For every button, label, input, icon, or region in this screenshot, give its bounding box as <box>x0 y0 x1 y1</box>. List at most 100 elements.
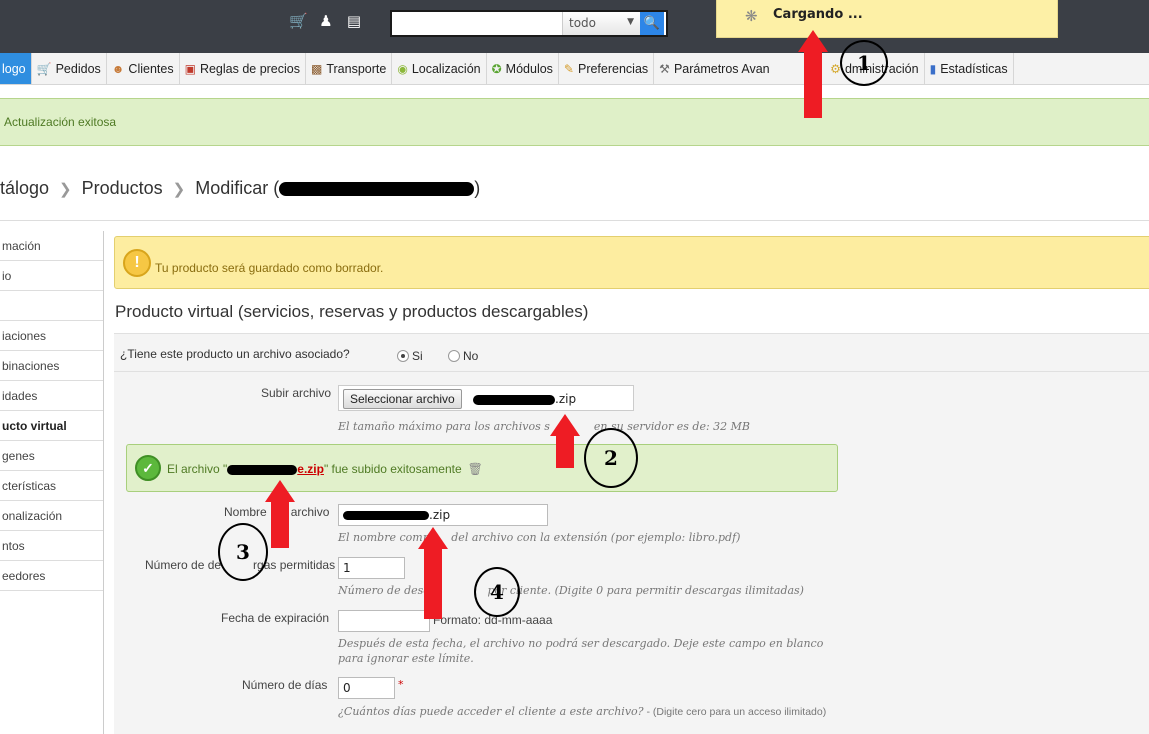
sidebar-item-label: mación <box>2 239 41 253</box>
search-bar: todo ▼ 🔍 <box>390 10 668 37</box>
sidebar-item-features[interactable]: cterísticas <box>0 471 103 501</box>
loading-notice: ❋ Cargando ... <box>716 0 1058 38</box>
breadcrumb: tálogo ❯ Productos ❯ Modificar () <box>0 178 480 199</box>
sidebar-item-associations[interactable]: iaciones <box>0 321 103 351</box>
divider <box>114 371 1149 372</box>
sidebar-item-label: io <box>2 269 12 283</box>
sidebar-item-label: eedores <box>2 569 46 583</box>
arrow-shaft <box>804 52 822 118</box>
filename-hint: El nombre compl del archivo con la extens… <box>338 531 740 544</box>
loading-text: Cargando ... <box>773 7 863 22</box>
sidebar-item-information[interactable]: mación <box>0 231 103 261</box>
days-hint-text: ¿Cuántos días puede acceder el cliente a… <box>338 705 644 718</box>
breadcrumb-edit: Modificar ( <box>195 178 280 198</box>
user-icon: ☻ <box>111 61 125 76</box>
file-upload-field[interactable]: Seleccionar archivo .zip <box>338 385 634 411</box>
arrow-head <box>550 414 580 436</box>
filename-input-extension: .zip <box>429 508 451 522</box>
menu-item-orders[interactable]: 🛒 Pedidos <box>32 53 107 84</box>
sidebar-item-images[interactable]: genes <box>0 441 103 471</box>
sidebar-item-combinations[interactable]: binaciones <box>0 351 103 381</box>
sidebar-item-label: binaciones <box>2 359 60 373</box>
menu-item-customers[interactable]: ☻ Clientes <box>107 53 180 84</box>
sidebar-item-price[interactable]: io <box>0 261 103 291</box>
annotation-arrow-3 <box>265 480 295 548</box>
sidebar-item-label: ntos <box>2 539 25 553</box>
radio-dot-selected[interactable] <box>397 350 409 362</box>
search-input[interactable] <box>392 12 562 35</box>
arrow-head <box>798 30 828 52</box>
sidebar-item-customization[interactable]: onalización <box>0 501 103 531</box>
menu-item-stats[interactable]: ▮ Estadísticas <box>925 53 1014 84</box>
section-title: Producto virtual (servicios, reservas y … <box>115 302 589 321</box>
success-alert: Actualización exitosa <box>0 98 1149 146</box>
menu-label: Preferencias <box>577 61 649 76</box>
sidebar-item-attachments[interactable]: ntos <box>0 531 103 561</box>
search-scope-value: todo <box>569 16 597 30</box>
redacted-filename <box>227 464 298 475</box>
menu-item-shipping[interactable]: ▩ Transporte <box>306 53 393 84</box>
downloads-hint-b: por cliente. (Digite 0 para permitir des… <box>487 584 804 597</box>
sidebar-item-virtual-product[interactable]: ucto virtual <box>0 411 103 441</box>
draft-warning: ! Tu producto será guardado como borrado… <box>114 236 1149 289</box>
upload-hint: El tamaño máximo para los archivos s en s… <box>338 420 750 433</box>
annotation-circle-2: 2 <box>584 428 638 488</box>
arrow-shaft <box>271 502 289 548</box>
menu-item-preferences[interactable]: ✎ Preferencias <box>559 53 655 84</box>
radio-yes[interactable]: Si <box>397 349 423 363</box>
downloads-label-a: Número de de <box>145 558 222 572</box>
downloads-input[interactable]: 1 <box>338 557 405 579</box>
menu-item-modules[interactable]: ✪ Módulos <box>487 53 559 84</box>
menu-label: Pedidos <box>55 61 101 76</box>
uploaded-file-link[interactable]: e.zip <box>297 462 324 476</box>
upload-success-suffix: " fue subido exitosamente <box>323 462 462 476</box>
cart-icon: 🛒 <box>36 61 52 76</box>
search-button[interactable]: 🔍 <box>640 12 664 35</box>
divider <box>0 220 1149 221</box>
upload-label: Subir archivo <box>260 386 331 400</box>
menu-label: Módulos <box>505 61 553 76</box>
days-input[interactable]: 0 <box>338 677 395 699</box>
sidebar-item-label: genes <box>2 449 35 463</box>
days-hint-tail: - (Digite cero para un acceso ilimitado) <box>643 706 827 718</box>
users-icon[interactable]: ♟ <box>317 13 335 29</box>
puzzle-icon: ✪ <box>491 61 502 76</box>
menu-item-advanced-params[interactable]: ⚒ Parámetros Avan <box>654 53 819 84</box>
expiration-hint-2: para ignorar este límite. <box>338 652 474 665</box>
menu-label: Estadísticas <box>940 61 1008 76</box>
expiration-hint-1: Después de esta fecha, el archivo no pod… <box>338 637 824 650</box>
chevron-down-icon: ▼ <box>627 17 634 27</box>
truck-icon: ▩ <box>311 61 323 76</box>
filename-input[interactable]: .zip <box>338 504 548 526</box>
sidebar-item-suppliers[interactable]: eedores <box>0 561 103 591</box>
expiration-input[interactable] <box>338 610 430 632</box>
annotation-circle-1: 1 <box>840 40 888 86</box>
cart-icon[interactable]: 🛒 <box>289 13 308 29</box>
annotation-circle-4: 4 <box>474 567 520 617</box>
price-rules-icon: ▣ <box>184 61 196 76</box>
downloads-hint: Número de desc por cliente. (Digite 0 par… <box>338 584 804 597</box>
upload-success-prefix: El archivo " <box>167 462 228 476</box>
sidebar-item-quantities[interactable]: idades <box>0 381 103 411</box>
radio-dot[interactable] <box>448 350 460 362</box>
menu-label: Parámetros Avan <box>673 61 770 76</box>
arrow-shaft <box>424 549 442 619</box>
radio-no[interactable]: No <box>448 349 478 363</box>
menu-item-catalog[interactable]: logo <box>0 53 32 84</box>
menu-item-localization[interactable]: ◉ Localización <box>392 53 487 84</box>
menu-label: Transporte <box>326 61 387 76</box>
preferences-icon: ✎ <box>563 61 574 76</box>
warning-text: Tu producto será guardado como borrador. <box>155 261 384 275</box>
select-file-button[interactable]: Seleccionar archivo <box>343 389 462 409</box>
chart-icon: ▮ <box>929 61 937 76</box>
annotation-arrow-4 <box>418 527 448 619</box>
chat-icon[interactable]: ▤ <box>345 13 363 29</box>
breadcrumb-products[interactable]: Productos <box>82 178 163 198</box>
sidebar-item-blank[interactable] <box>0 291 103 321</box>
trash-icon[interactable]: 🗑 <box>468 462 483 476</box>
redacted-filename <box>343 511 429 520</box>
menu-item-price-rules[interactable]: ▣ Reglas de precios <box>180 53 306 84</box>
has-file-question: ¿Tiene este producto un archivo asociado… <box>120 347 350 361</box>
search-scope-select[interactable]: todo ▼ <box>562 12 640 35</box>
breadcrumb-catalog[interactable]: tálogo <box>0 178 49 198</box>
